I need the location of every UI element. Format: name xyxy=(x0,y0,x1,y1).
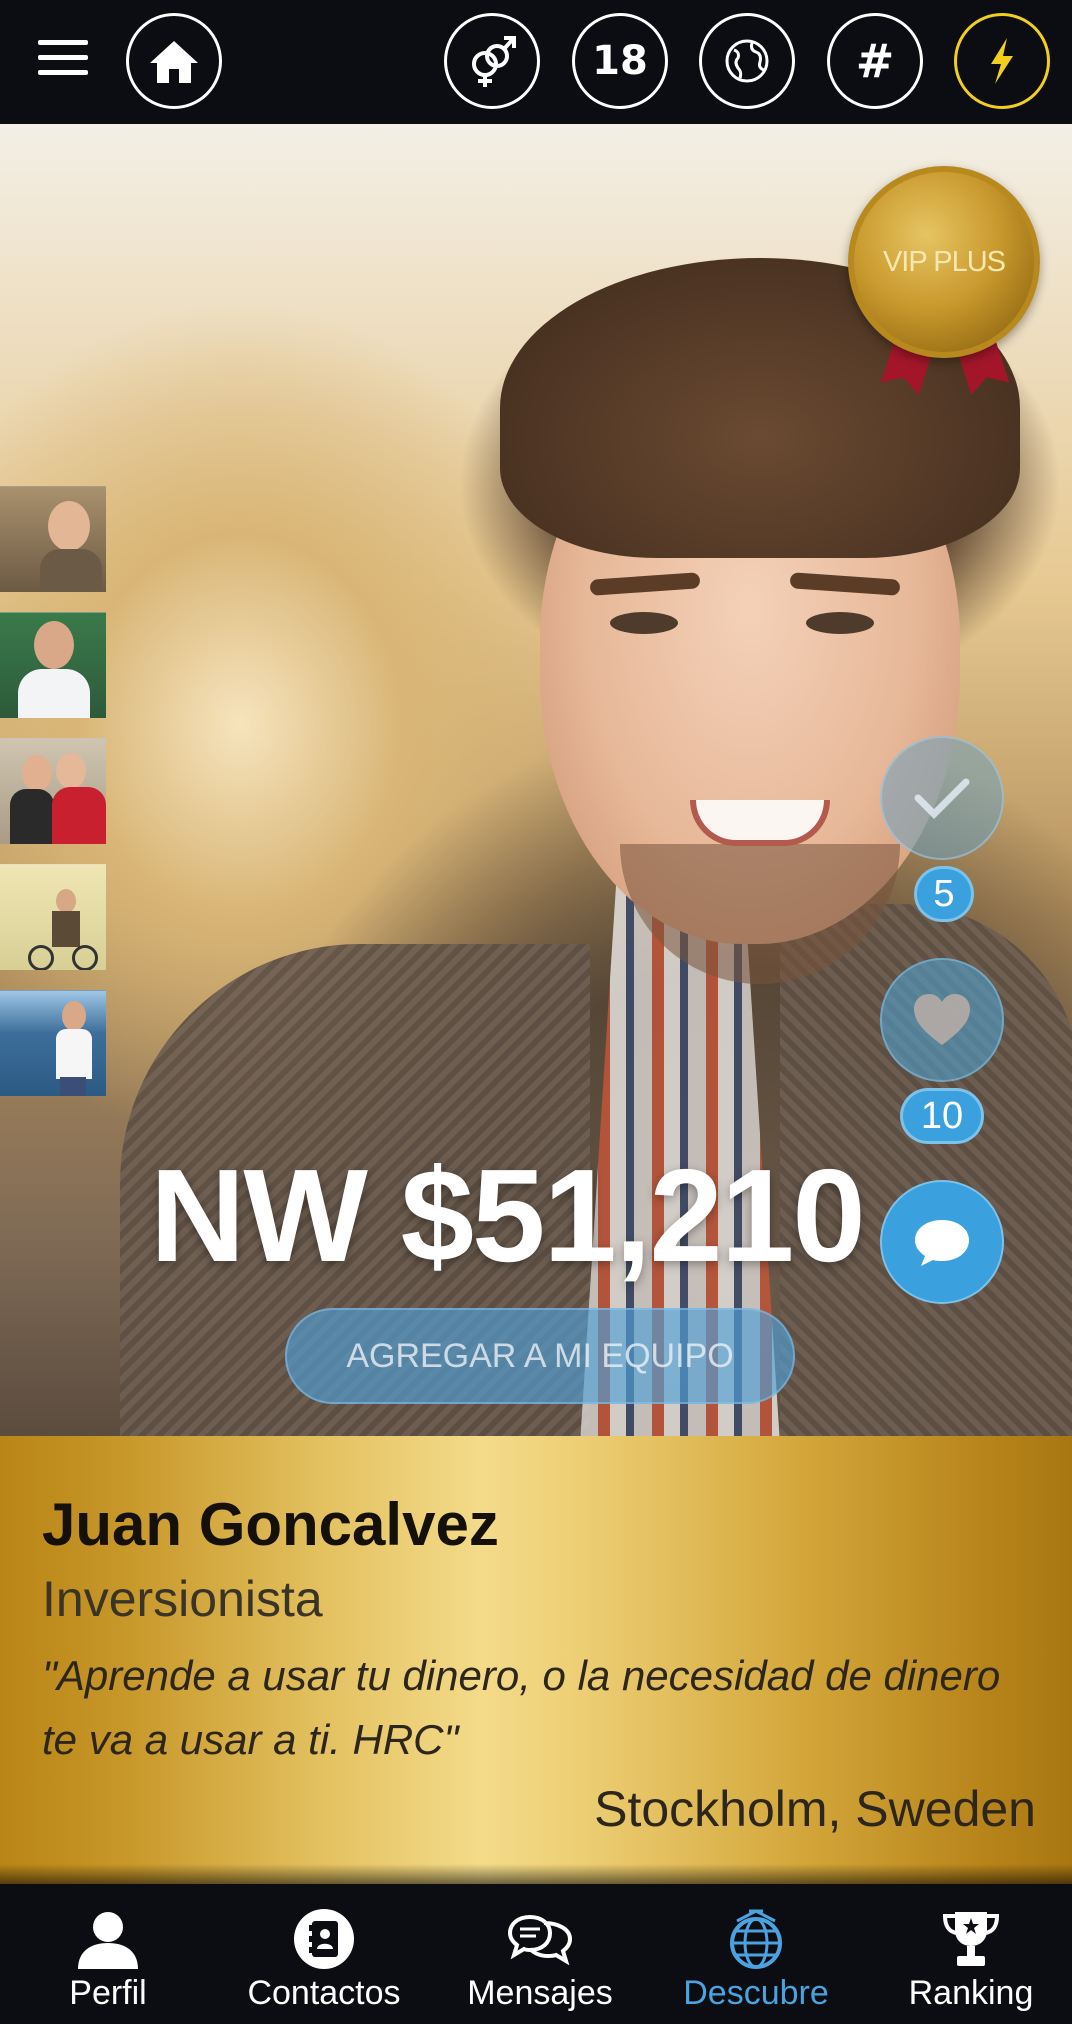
nav-item-ranking[interactable]: Ranking xyxy=(906,1884,1036,2024)
nav-item-descubre[interactable]: Descubre xyxy=(676,1884,836,2024)
person-icon xyxy=(73,1906,143,1972)
nav-label-ranking: Ranking xyxy=(908,1974,1034,2012)
vip-plus-badge: VIP PLUS xyxy=(848,166,1040,358)
hashtag-filter-button[interactable]: # xyxy=(827,13,923,109)
photo-thumbnail[interactable] xyxy=(0,738,106,844)
photo-thumbnail[interactable] xyxy=(0,612,106,718)
globe-icon xyxy=(725,39,769,83)
heart-count: 10 xyxy=(920,1094,964,1137)
top-bar: 18 # xyxy=(0,0,1072,124)
nav-label-perfil: Perfil xyxy=(69,1974,147,2012)
profile-location: Stockholm, Sweden xyxy=(594,1781,1036,1837)
check-count-badge: 5 xyxy=(914,866,974,922)
net-worth-value: NW $51,210 xyxy=(150,1142,866,1289)
add-to-team-button[interactable]: AGREGAR A MI EQUIPO xyxy=(285,1308,795,1404)
contacts-icon xyxy=(289,1906,359,1972)
photo-thumbnail[interactable] xyxy=(0,486,106,592)
bottom-nav: Perfil Contactos Mensajes Descubre Ranki… xyxy=(0,1884,1072,2024)
info-card-shadow xyxy=(0,1864,1072,1884)
nav-item-perfil[interactable]: Perfil xyxy=(52,1884,164,2024)
trophy-icon xyxy=(936,1906,1006,1972)
nav-item-contactos[interactable]: Contactos xyxy=(240,1884,408,2024)
chat-icon xyxy=(915,1220,969,1266)
profile-role: Inversionista xyxy=(42,1571,323,1627)
age-label: 18 xyxy=(592,38,648,84)
gender-filter-button[interactable] xyxy=(444,13,540,109)
profile-name: Juan Goncalvez xyxy=(42,1491,499,1558)
nav-label-mensajes: Mensajes xyxy=(467,1974,613,2012)
nav-item-mensajes[interactable]: Mensajes xyxy=(460,1884,620,2024)
globe-icon xyxy=(721,1906,791,1972)
nav-label-contactos: Contactos xyxy=(247,1974,401,2012)
age-filter-button[interactable]: 18 xyxy=(572,13,668,109)
photo-thumbnail[interactable] xyxy=(0,864,106,970)
nav-label-descubre: Descubre xyxy=(683,1974,829,2012)
photo-eye xyxy=(610,612,678,634)
photo-eye xyxy=(806,612,874,634)
lightning-icon xyxy=(991,38,1013,84)
vip-plus-label: VIP PLUS xyxy=(882,245,1006,278)
heart-button[interactable] xyxy=(880,958,1004,1082)
gender-icon xyxy=(472,36,516,87)
location-filter-button[interactable] xyxy=(699,13,795,109)
profile-quote: "Aprende a usar tu dinero, o la necesida… xyxy=(42,1652,1001,1763)
check-count: 5 xyxy=(933,872,955,915)
boost-button[interactable] xyxy=(954,13,1050,109)
menu-icon[interactable] xyxy=(38,40,88,82)
home-button[interactable] xyxy=(126,13,222,109)
check-icon xyxy=(914,778,970,819)
home-icon xyxy=(150,41,198,83)
like-check-button[interactable] xyxy=(880,736,1004,860)
messages-icon xyxy=(505,1906,575,1972)
chat-button[interactable] xyxy=(880,1180,1004,1304)
heart-icon xyxy=(914,994,970,1045)
hashtag-icon: # xyxy=(855,34,895,88)
heart-count-badge: 10 xyxy=(900,1088,984,1144)
photo-thumbnail[interactable] xyxy=(0,990,106,1096)
